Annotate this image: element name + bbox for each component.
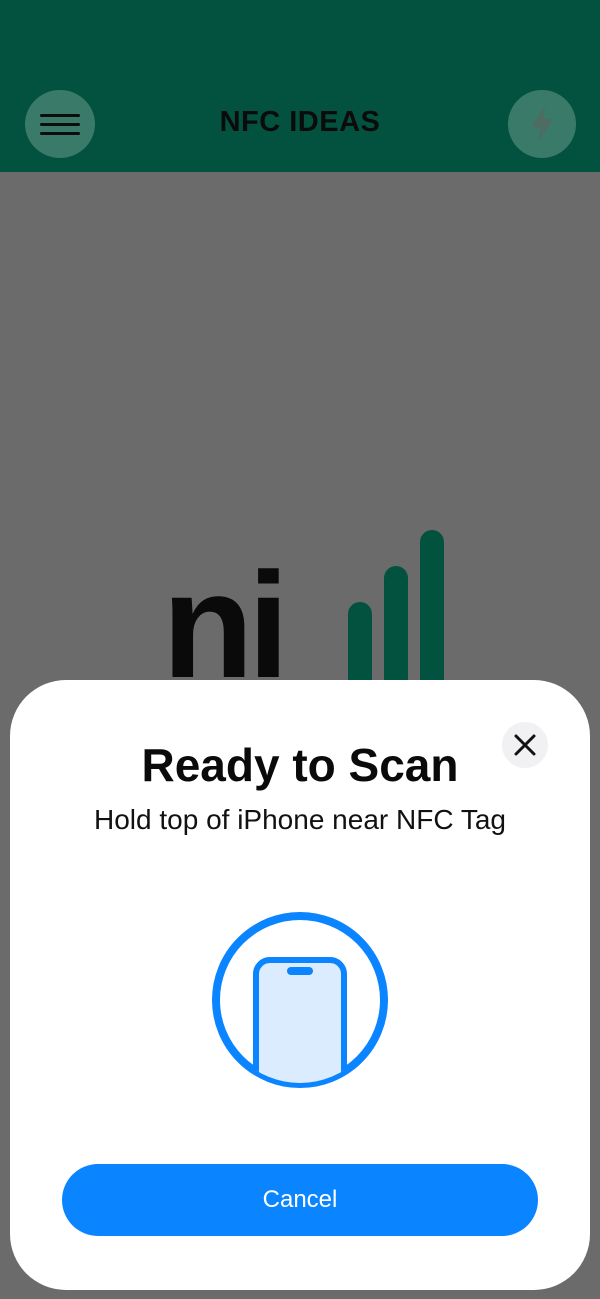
lightning-bolt-icon xyxy=(531,106,553,142)
app-logo: ni xyxy=(160,520,460,702)
nfc-scan-sheet: Ready to Scan Hold top of iPhone near NF… xyxy=(10,680,590,1290)
logo-text: ni xyxy=(162,541,289,709)
action-button[interactable] xyxy=(508,90,576,158)
iphone-icon xyxy=(212,912,388,1088)
top-app-bar: NFC IDEAS xyxy=(0,0,600,172)
sheet-title: Ready to Scan xyxy=(141,739,459,791)
sheet-subtitle: Hold top of iPhone near NFC Tag xyxy=(94,804,506,835)
cancel-button[interactable]: Cancel xyxy=(62,1164,538,1236)
signal-bar xyxy=(420,530,444,702)
